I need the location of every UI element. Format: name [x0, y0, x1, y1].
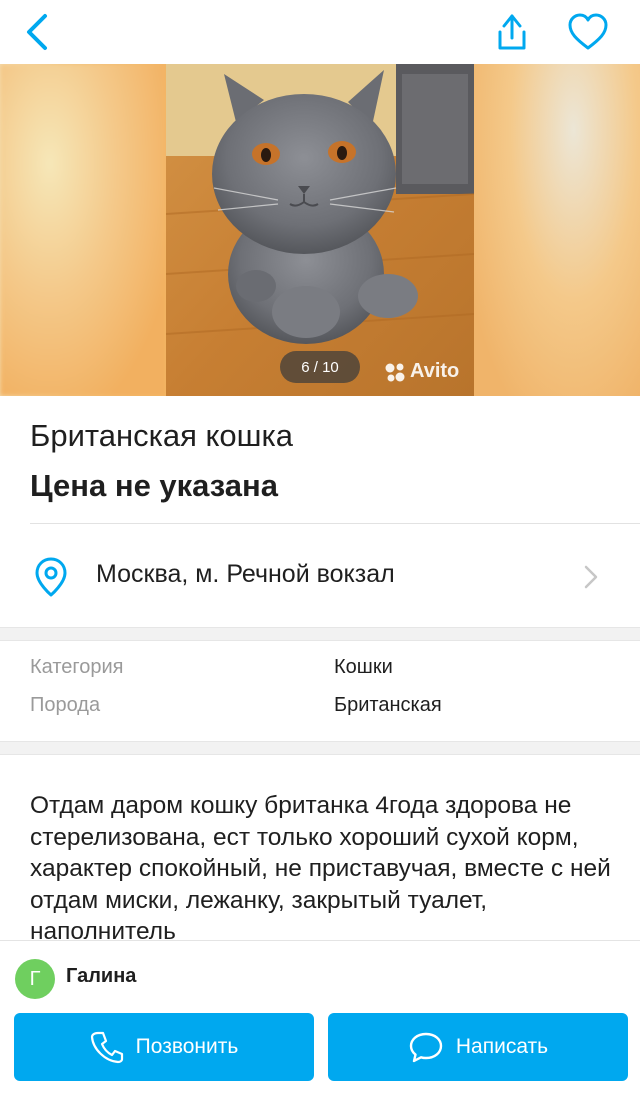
favorite-button[interactable] [562, 6, 614, 58]
params-table: Категория Кошки Порода Британская [0, 642, 640, 742]
chevron-left-icon [27, 14, 47, 50]
listing-description: Отдам даром кошку британка 4года здорова… [30, 792, 611, 940]
call-button[interactable]: Позвонить [14, 1013, 314, 1081]
avatar[interactable]: Г [15, 959, 55, 999]
param-row: Категория Кошки [0, 656, 640, 696]
heart-icon [568, 13, 608, 50]
avito-watermark: Avito [384, 360, 459, 383]
chat-bubble-icon [409, 1032, 443, 1063]
param-key: Категория [30, 656, 124, 678]
seller-name[interactable]: Галина [66, 965, 136, 988]
listing-price: Цена не указана [30, 468, 278, 503]
watermark-text: Avito [410, 360, 460, 382]
listing-photo[interactable] [166, 64, 474, 396]
share-icon [498, 14, 526, 50]
param-value: Кошки [334, 656, 393, 678]
location-row[interactable]: Москва, м. Речной вокзал [0, 524, 640, 628]
map-pin-icon [35, 557, 67, 597]
contact-panel: Г Галина Позвонить Написать [0, 940, 640, 1094]
share-button[interactable] [486, 6, 538, 58]
photo-counter: 6 / 10 [280, 351, 360, 383]
previous-photo-preview[interactable] [0, 64, 166, 396]
write-button[interactable]: Написать [328, 1013, 628, 1081]
param-key: Порода [30, 694, 101, 716]
param-row: Порода Британская [0, 694, 640, 734]
top-bar [0, 0, 640, 64]
section-separator [0, 741, 640, 755]
photo-gallery[interactable]: 6 / 10 Avito [0, 64, 640, 396]
avito-logo-icon [385, 363, 405, 381]
next-photo-preview[interactable] [474, 64, 640, 396]
cat-photo-illustration [166, 64, 474, 396]
listing-title: Британская кошка [30, 418, 294, 453]
call-button-label: Позвонить [135, 1035, 239, 1058]
chevron-right-icon [584, 565, 598, 589]
param-value: Британская [334, 694, 442, 716]
phone-icon [90, 1031, 123, 1064]
back-button[interactable] [12, 6, 64, 58]
section-separator [0, 627, 640, 641]
location-text: Москва, м. Речной вокзал [96, 560, 395, 588]
write-button-label: Написать [455, 1035, 549, 1058]
